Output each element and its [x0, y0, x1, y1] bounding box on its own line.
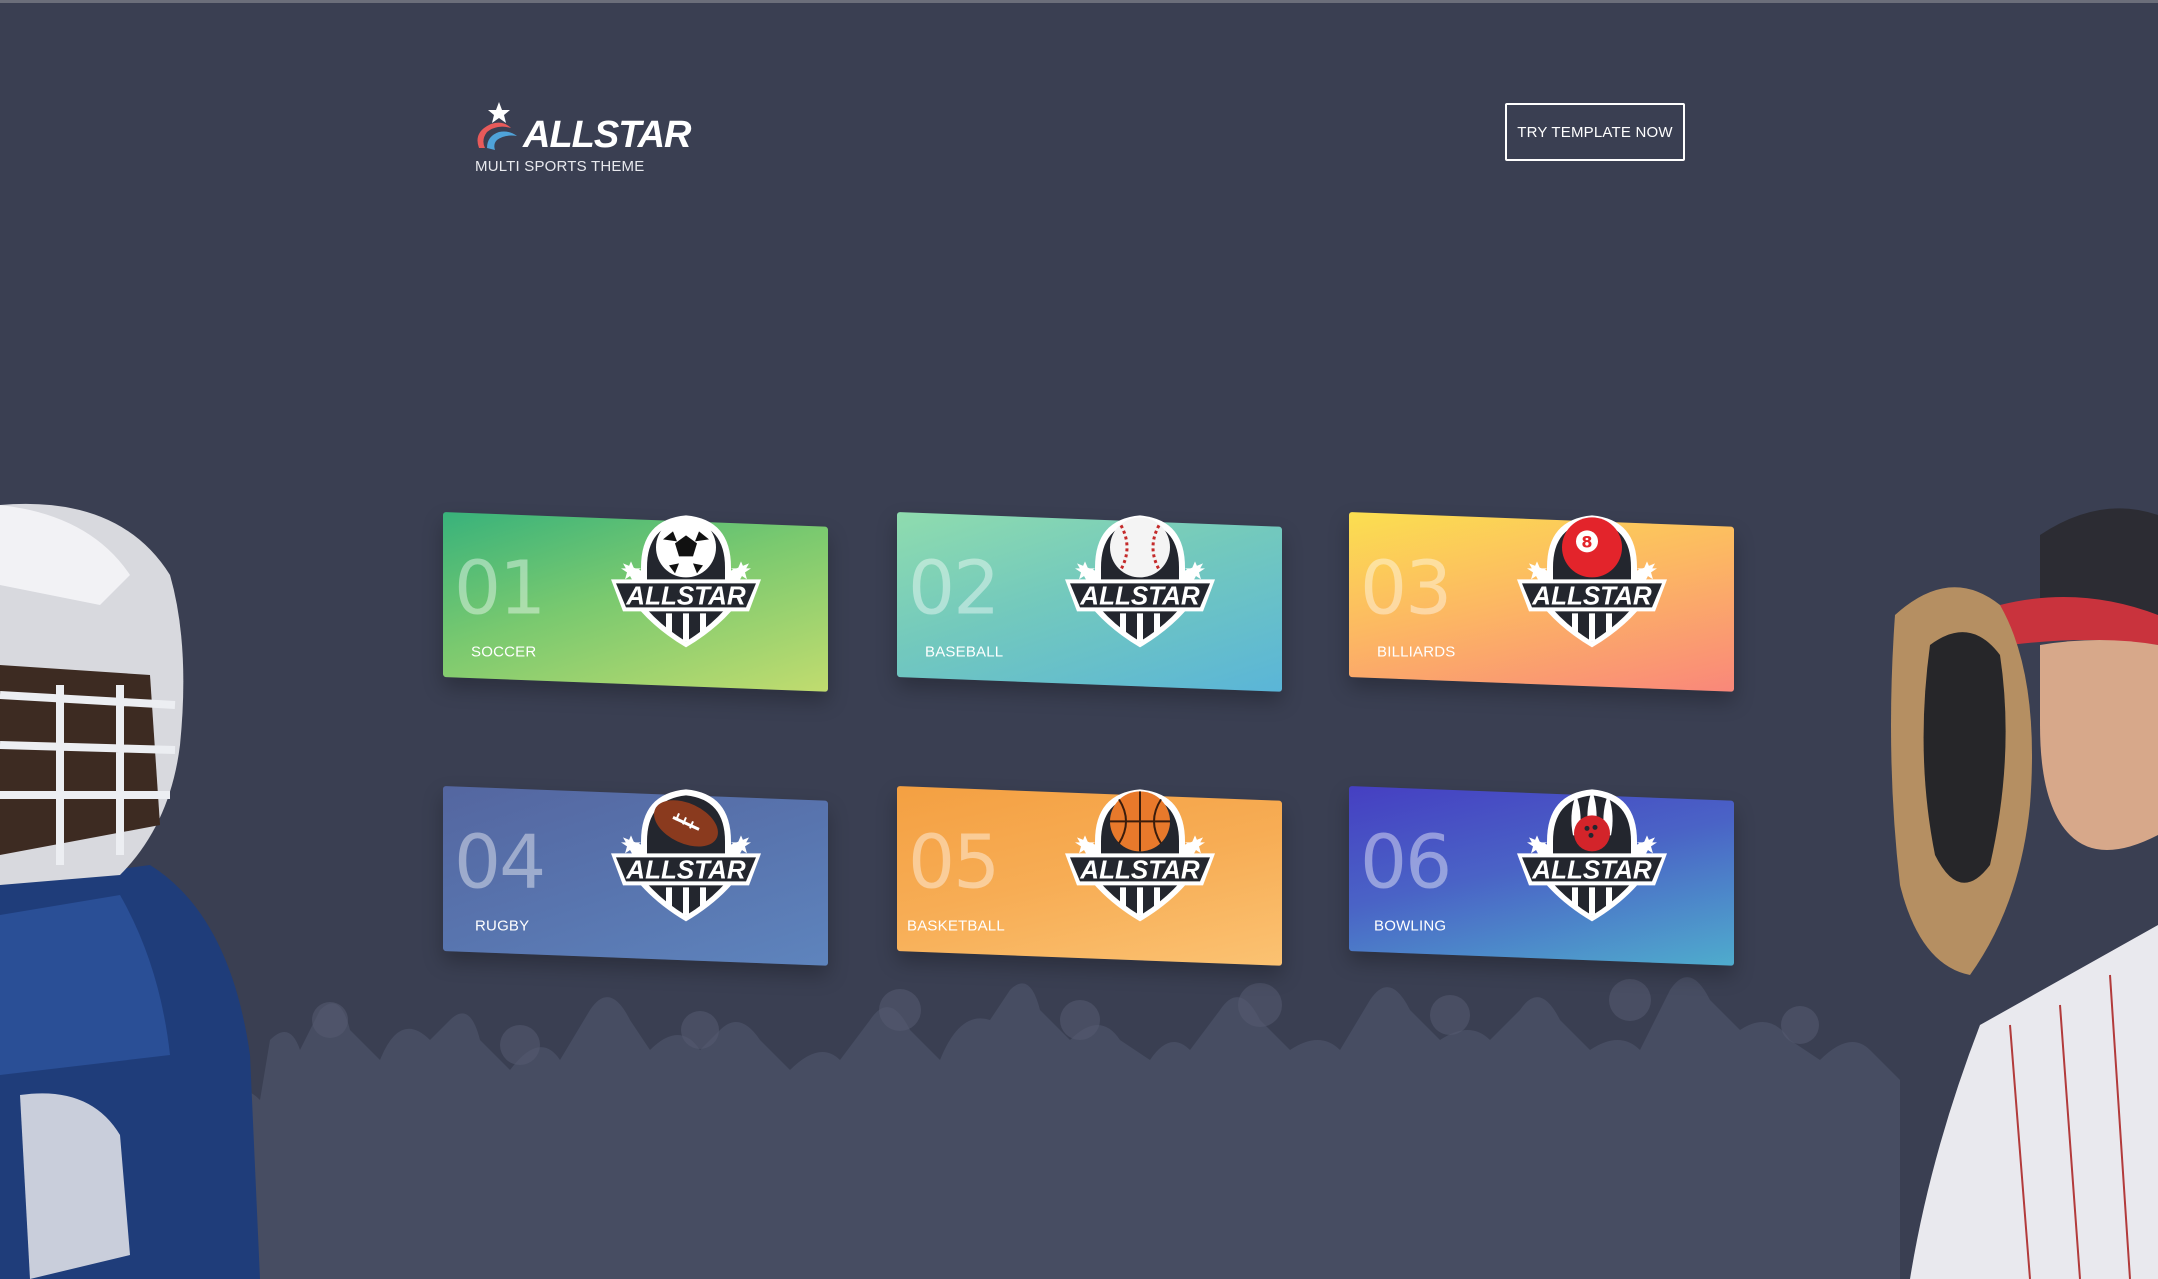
card-number: 02	[908, 545, 999, 632]
landing-page: ALLSTAR MULTI SPORTS THEME TRY TEMPLATE …	[0, 0, 2158, 1279]
card-number: 01	[454, 545, 545, 632]
rugby-ball-icon: ALLSTAR	[593, 775, 779, 923]
crowd-silhouette	[200, 977, 1900, 1279]
badge-text: ALLSTAR	[625, 854, 746, 884]
badge-text: ALLSTAR	[625, 580, 746, 610]
badge-text: ALLSTAR	[1079, 580, 1200, 610]
card-label: BOWLING	[1374, 917, 1447, 935]
soccer-ball-icon: ALLSTAR	[593, 501, 779, 649]
badge-text: ALLSTAR	[1531, 854, 1652, 884]
baseball-player-image	[1891, 508, 2158, 1279]
card-number: 05	[908, 819, 999, 906]
brand-name: ALLSTAR	[523, 114, 691, 156]
card-number: 06	[1360, 819, 1451, 906]
card-number: 04	[454, 819, 545, 906]
card-label: RUGBY	[475, 917, 530, 935]
top-border	[0, 0, 2158, 3]
star-swoosh-icon	[477, 102, 517, 150]
card-number: 03	[1360, 545, 1451, 632]
badge-text: ALLSTAR	[1531, 580, 1652, 610]
sport-card-bowling[interactable]: 06 BOWLING ALLSTAR	[1349, 786, 1734, 966]
svg-text:8: 8	[1581, 532, 1592, 551]
bowling-pins-icon: ALLSTAR	[1499, 775, 1685, 923]
card-label: BASEBALL	[925, 643, 1004, 661]
sport-card-rugby[interactable]: 04 RUGBY ALLSTAR	[443, 786, 828, 966]
try-template-button[interactable]: TRY TEMPLATE NOW	[1505, 103, 1685, 161]
basketball-icon: ALLSTAR	[1047, 775, 1233, 923]
baseball-icon: ALLSTAR	[1047, 501, 1233, 649]
brand-logo[interactable]: ALLSTAR MULTI SPORTS THEME	[473, 100, 693, 185]
card-label: BILLIARDS	[1377, 643, 1456, 661]
billiard-ball-8-icon: 8 ALLSTAR	[1499, 501, 1685, 649]
brand-tagline: MULTI SPORTS THEME	[475, 158, 645, 175]
football-player-image	[0, 503, 260, 1279]
card-label: BASKETBALL	[907, 917, 1005, 935]
card-label: SOCCER	[471, 643, 537, 661]
sport-card-soccer[interactable]: 01 SOCCER ALLSTAR	[443, 512, 828, 692]
sport-card-basketball[interactable]: 05 BASKETBALL ALLSTAR	[897, 786, 1282, 966]
sport-card-billiards[interactable]: 03 BILLIARDS 8 ALLSTAR	[1349, 512, 1734, 692]
badge-text: ALLSTAR	[1079, 854, 1200, 884]
sport-card-baseball[interactable]: 02 BASEBALL ALLSTAR	[897, 512, 1282, 692]
